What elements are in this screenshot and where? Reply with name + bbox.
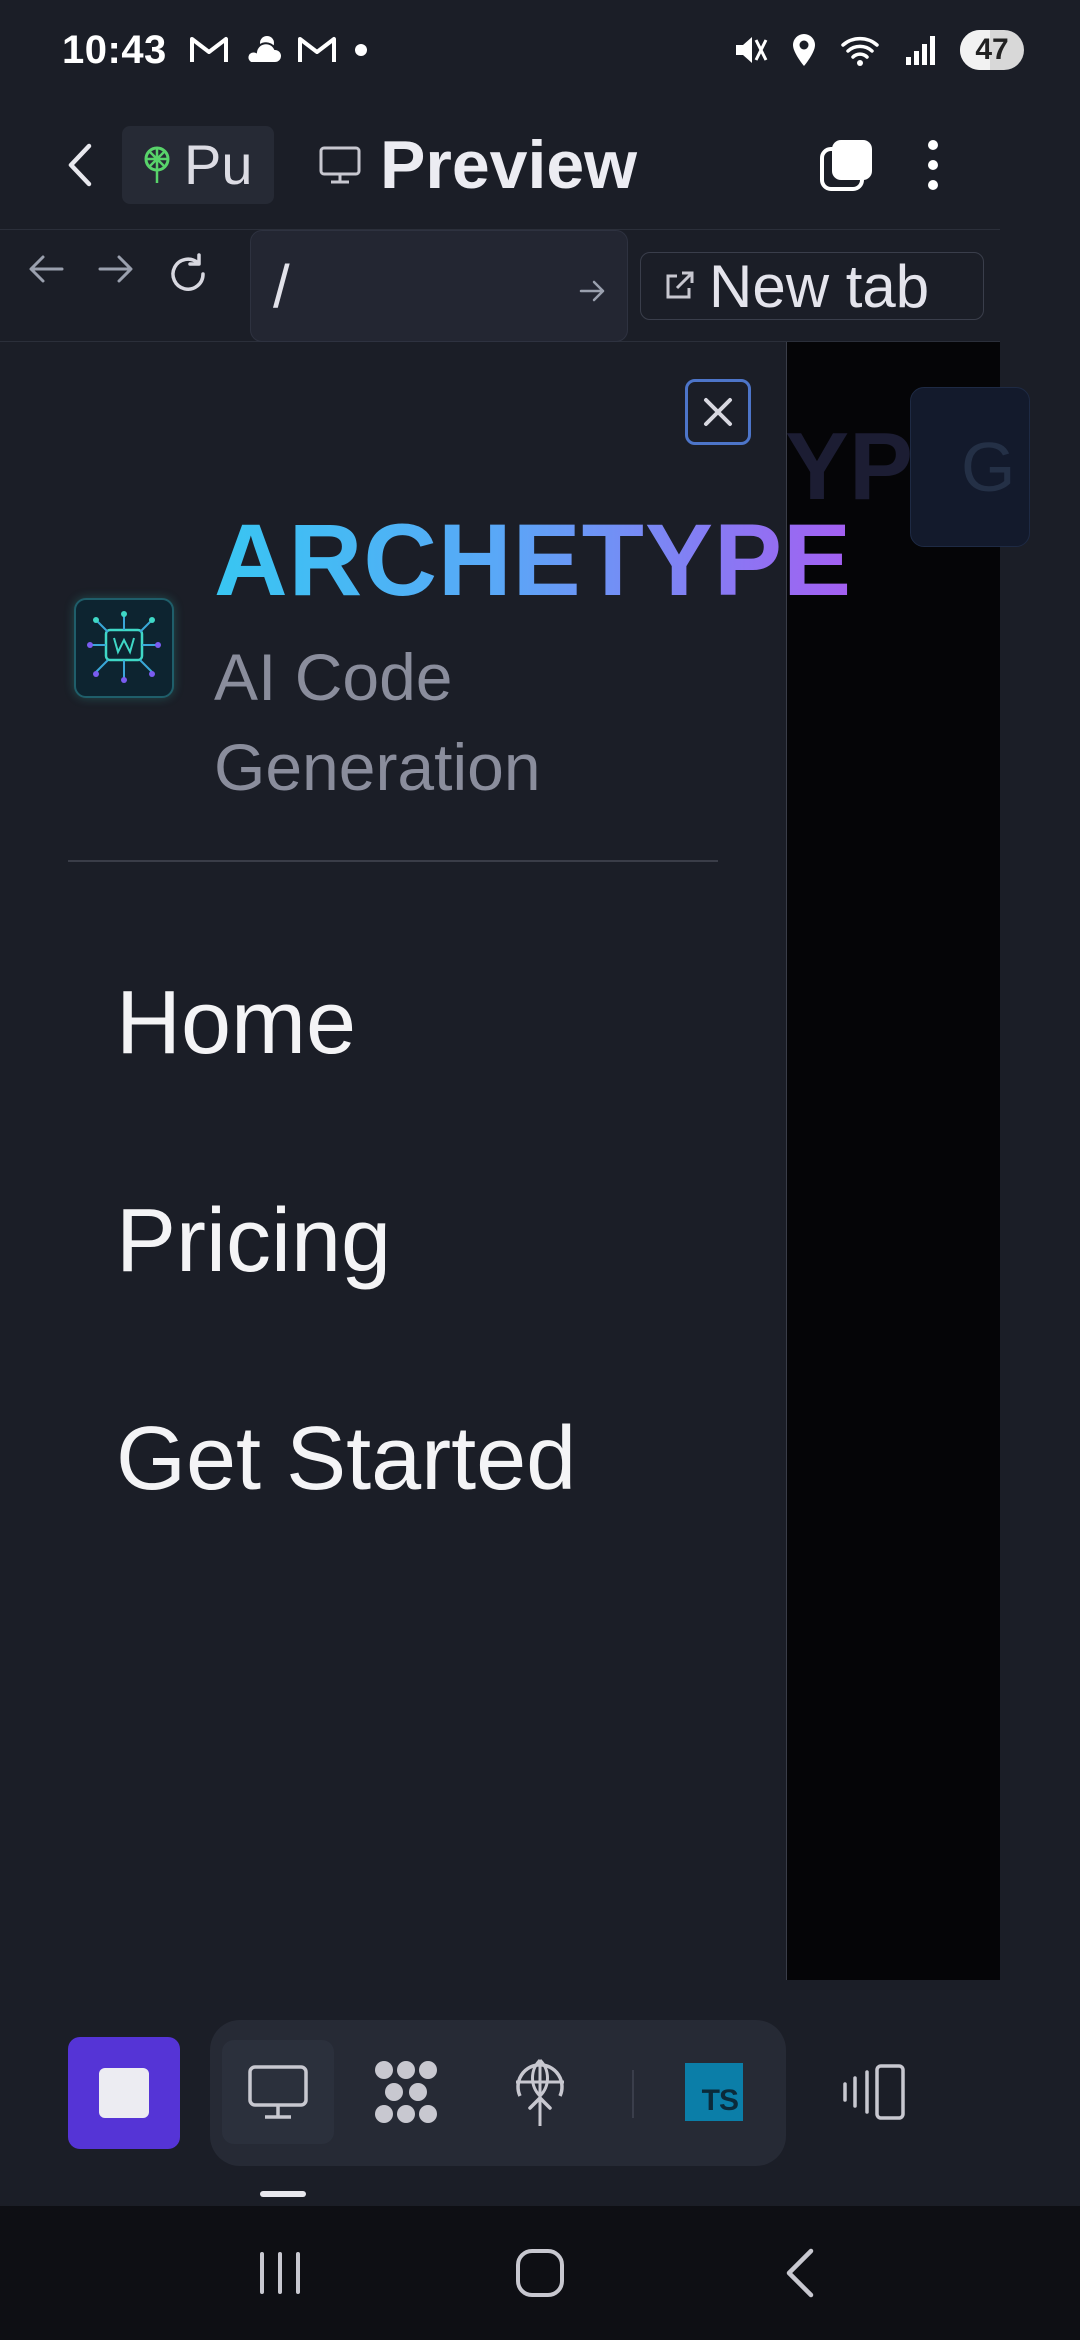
go-arrow-icon[interactable] [579,279,607,303]
system-nav-bar [0,2206,1080,2340]
page-title: Preview [380,126,638,203]
reload-icon[interactable] [166,252,210,296]
navigation-drawer: ARCHETYPE AI Code Generation Home Pricin… [0,342,851,1980]
tool-deploy[interactable] [484,2040,596,2144]
more-vert-icon[interactable] [926,137,940,193]
gmail-icon [297,37,336,62]
battery-indicator: 47 [960,30,1024,70]
stop-button[interactable] [68,2037,180,2149]
nav-link-home[interactable]: Home [116,972,356,1075]
divider [68,860,718,862]
recents-icon [260,2252,300,2294]
preview-tab[interactable]: Preview [318,126,637,204]
back-button[interactable] [40,125,120,205]
tabs-icon[interactable] [818,137,874,193]
tool-group: TS [210,2020,786,2166]
external-link-icon [666,271,694,299]
project-label: Pu [184,133,253,196]
app-header: Pu Preview [0,100,1000,230]
back-chevron-icon [786,2248,814,2298]
url-path: / [273,252,290,320]
new-tab-button[interactable]: New tab [640,252,984,320]
monitor-icon [319,146,361,183]
browser-nav [0,230,210,341]
system-icons: 47 [732,30,1024,70]
typescript-icon: TS [685,2063,743,2121]
tool-typescript[interactable]: TS [658,2040,770,2144]
project-chip[interactable]: Pu [122,125,274,204]
status-bar: 10:43 47 [0,0,1080,100]
weather-icon [246,36,283,64]
nav-link-get-started[interactable]: Get Started [116,1408,576,1511]
background-button: G [910,387,1030,547]
new-tab-label: New tab [709,252,930,320]
close-button[interactable] [685,379,751,445]
recent-apps-button[interactable] [230,2233,330,2313]
monitor-icon [248,2065,308,2119]
url-input[interactable]: / [250,230,628,342]
signal-icon [906,36,935,65]
deploy-globe-icon [516,2058,564,2126]
toolbar-separator [632,2070,634,2118]
brand-logo-icon [74,598,174,698]
brand-tagline: AI Code Generation [214,640,541,804]
home-button[interactable] [490,2233,590,2313]
system-back-button[interactable] [750,2233,850,2313]
arrow-left-icon[interactable] [26,252,66,286]
nav-link-pricing[interactable]: Pricing [116,1190,391,1293]
bottom-toolbar: TS [0,1980,1080,2205]
gmail-icon [189,37,228,62]
chevron-left-icon [68,143,92,186]
brand-name: ARCHETYPE [214,503,853,617]
location-icon [793,34,815,66]
tool-preview[interactable] [222,2040,334,2144]
stop-icon [99,2068,149,2118]
header-actions [818,137,1000,193]
tool-packages[interactable] [350,2040,462,2144]
notification-icons [189,33,371,67]
device-toggle-button[interactable] [830,2042,918,2142]
dot-icon [354,44,367,56]
arrow-right-icon[interactable] [96,252,136,286]
close-icon [704,398,732,426]
home-icon [516,2249,564,2297]
project-icon [144,146,170,183]
url-bar: / New tab [0,230,1000,342]
grid-blobs-icon [375,2061,437,2123]
wifi-icon [841,37,879,66]
device-frame-icon [843,2064,905,2120]
mute-icon [736,37,768,63]
active-tab-indicator [260,2191,306,2197]
status-time: 10:43 [62,27,167,72]
